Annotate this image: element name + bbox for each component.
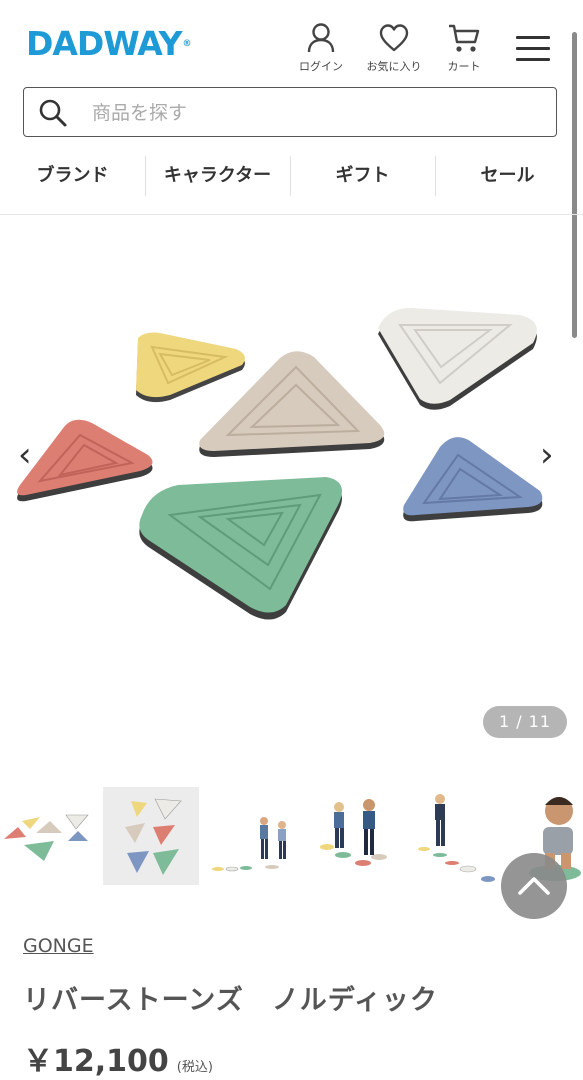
nav-item-sale[interactable]: セール bbox=[435, 152, 580, 214]
thumbnail-5[interactable] bbox=[412, 787, 508, 885]
thumbnail-1[interactable] bbox=[0, 787, 96, 885]
nav-item-character[interactable]: キャラクター bbox=[145, 152, 290, 214]
search-input[interactable] bbox=[90, 98, 534, 128]
river-stones-image bbox=[17, 307, 543, 620]
thumbnail-strip bbox=[0, 787, 583, 887]
hamburger-menu-icon[interactable] bbox=[516, 36, 550, 64]
search-icon bbox=[39, 99, 67, 127]
favorites-button[interactable]: お気に入り bbox=[362, 22, 426, 74]
nav-item-brand[interactable]: ブランド bbox=[0, 152, 145, 214]
thumbnail-stones-image bbox=[4, 814, 89, 861]
red-stone bbox=[17, 419, 153, 502]
heart-icon bbox=[379, 24, 409, 52]
dadway-logo[interactable]: DADWAY® bbox=[26, 24, 192, 64]
cart-label: カート bbox=[447, 60, 481, 73]
user-icon bbox=[307, 23, 335, 53]
login-button[interactable]: ログイン bbox=[289, 22, 353, 74]
thumbnail-kids-playing-image bbox=[320, 799, 387, 866]
white-stone bbox=[378, 307, 537, 410]
chevron-up-icon bbox=[518, 877, 550, 895]
thumbnail-stones-grid-image bbox=[125, 798, 182, 875]
blue-stone bbox=[403, 437, 543, 522]
registered-mark: ® bbox=[182, 39, 192, 49]
yellow-stone bbox=[136, 332, 245, 403]
thumbnail-3[interactable] bbox=[206, 787, 302, 885]
cart-icon bbox=[449, 24, 480, 52]
site-header: DADWAY® ログイン お気に入り カート bbox=[0, 0, 583, 84]
scroll-to-top-button[interactable] bbox=[501, 853, 567, 919]
carousel-prev-chevron-left-icon[interactable]: ‹ bbox=[18, 438, 32, 472]
product-brand-link[interactable]: GONGE bbox=[23, 935, 94, 957]
thumbnail-kids-playing-image bbox=[212, 817, 286, 872]
tax-note: (税込) bbox=[176, 1060, 213, 1075]
product-name: リバーストーンズ ノルディック bbox=[23, 985, 438, 1016]
category-nav: ブランド キャラクター ギフト セール bbox=[0, 152, 583, 215]
search-box[interactable] bbox=[23, 87, 557, 137]
price-value: ￥12,100 bbox=[23, 1044, 169, 1079]
logo-text: DADWAY bbox=[26, 24, 183, 63]
thumbnail-2[interactable] bbox=[103, 787, 199, 885]
carousel-next-chevron-right-icon[interactable]: › bbox=[540, 438, 554, 472]
nav-item-gift[interactable]: ギフト bbox=[290, 152, 435, 214]
carousel-counter: 1 / 11 bbox=[483, 706, 567, 738]
product-image-carousel[interactable]: ‹ › 1 / 11 bbox=[0, 215, 583, 755]
thumbnail-kids-playing-image bbox=[418, 794, 495, 882]
favorites-label: お気に入り bbox=[366, 60, 422, 73]
login-label: ログイン bbox=[299, 60, 343, 73]
green-stone bbox=[139, 477, 342, 620]
product-price: ￥12,100 (税込) bbox=[23, 1036, 213, 1080]
cart-button[interactable]: カート bbox=[432, 22, 496, 74]
thumbnail-4[interactable] bbox=[309, 787, 405, 885]
